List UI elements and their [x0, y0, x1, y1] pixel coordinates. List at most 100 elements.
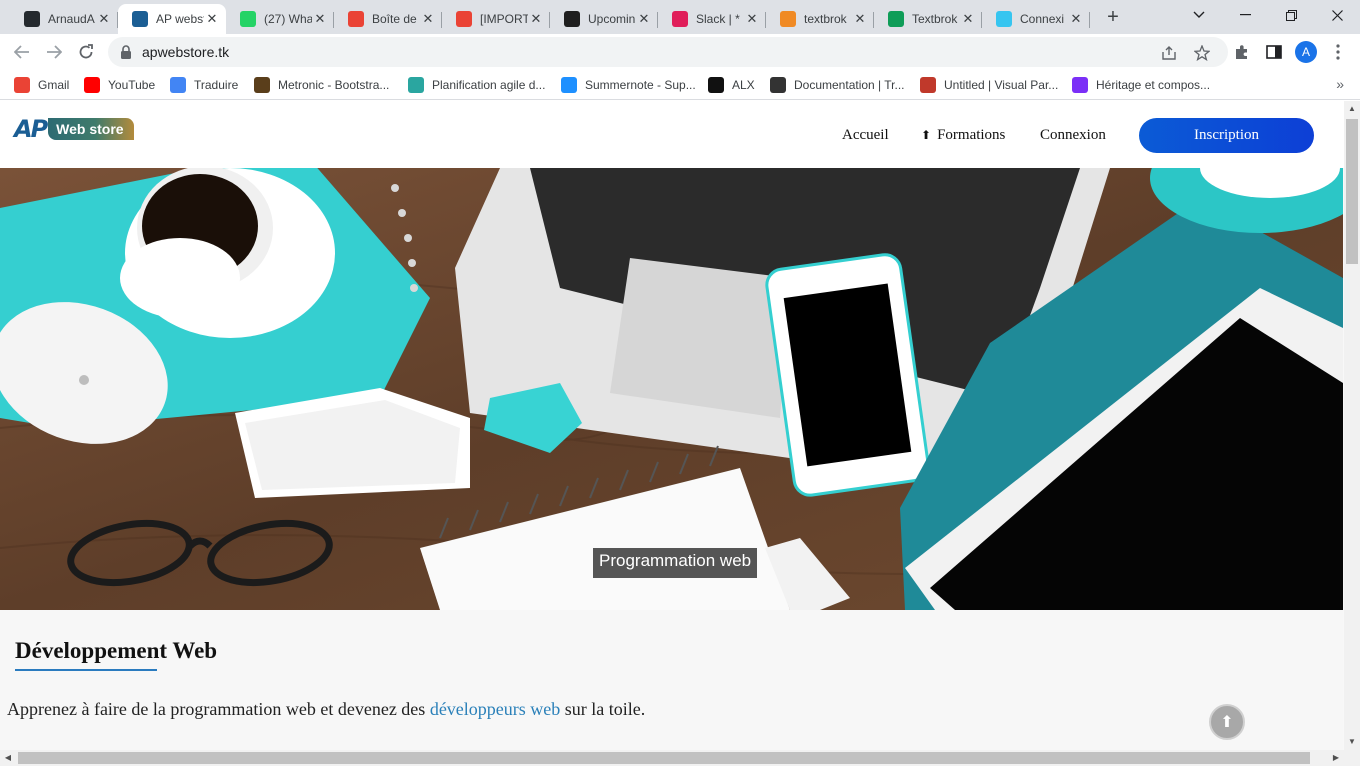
tab-title: Connexi — [1020, 12, 1065, 26]
bookmark-label: Metronic - Bootstra... — [278, 78, 390, 92]
close-tab-icon[interactable]: ✕ — [420, 11, 436, 27]
browser-tab[interactable]: Slack | * ✕ — [658, 4, 766, 34]
vertical-scroll-thumb[interactable] — [1346, 119, 1358, 264]
textbroker-icon — [780, 11, 796, 27]
close-tab-icon[interactable]: ✕ — [96, 11, 112, 27]
logo-text: Web store — [48, 118, 134, 140]
address-bar[interactable]: apwebstore.tk — [108, 37, 1228, 67]
bookmark-label: Héritage et compos... — [1096, 78, 1211, 92]
close-tab-icon[interactable]: ✕ — [204, 11, 220, 27]
google-translate-icon — [170, 77, 186, 93]
hero-caption: Programmation web — [593, 548, 758, 578]
new-tab-button[interactable]: + — [1102, 7, 1124, 29]
bookmark-item[interactable]: Planification agile d... — [408, 76, 545, 94]
share-icon[interactable] — [1160, 44, 1178, 62]
bookmark-item[interactable]: YouTube — [84, 76, 155, 94]
kebab-menu-icon[interactable] — [1326, 40, 1350, 64]
browser-tab[interactable]: Upcomin ✕ — [550, 4, 658, 34]
vertical-scrollbar[interactable]: ▲ ▼ — [1344, 101, 1360, 766]
bookmark-item[interactable]: Summernote - Sup... — [561, 76, 696, 94]
scroll-left-arrow-icon[interactable]: ◀ — [0, 750, 16, 766]
browser-tab[interactable]: textbrok ✕ — [766, 4, 874, 34]
bookmark-label: Untitled | Visual Par... — [944, 78, 1059, 92]
url-text: apwebstore.tk — [142, 44, 230, 60]
bookmark-item[interactable]: ALX — [708, 76, 755, 94]
restore-button[interactable] — [1268, 0, 1314, 30]
browser-tab[interactable]: ArnaudA ✕ — [10, 4, 118, 34]
navigation-arrow-icon: ⬆ — [921, 128, 932, 142]
visual-paradigm-icon — [920, 77, 936, 93]
scroll-up-arrow-icon[interactable]: ▲ — [1344, 101, 1360, 117]
browser-toolbar: apwebstore.tk A — [0, 34, 1360, 70]
summernote-icon — [561, 77, 577, 93]
bookmark-item[interactable]: Traduire — [170, 76, 238, 94]
close-tab-icon[interactable]: ✕ — [636, 11, 652, 27]
bookmark-label: Planification agile d... — [432, 78, 546, 92]
more-bookmarks-chevron-icon[interactable]: » — [1336, 76, 1344, 92]
back-to-top-button[interactable]: ⬆ — [1209, 704, 1245, 740]
horizontal-scrollbar[interactable]: ◀ ▶ — [0, 750, 1344, 766]
alx-icon — [564, 11, 580, 27]
tab-title: Slack | * — [696, 12, 740, 26]
browser-tab-strip: ArnaudA✕AP websto✕(27) Wha✕Boîte de✕[IMP… — [0, 0, 1360, 34]
slack-icon — [996, 11, 1012, 27]
signup-button[interactable]: Inscription — [1139, 118, 1314, 153]
profile-avatar[interactable]: A — [1295, 41, 1317, 63]
close-window-button[interactable] — [1314, 0, 1360, 30]
close-tab-icon[interactable]: ✕ — [312, 11, 328, 27]
browser-tab[interactable]: Connexi ✕ — [982, 4, 1090, 34]
close-tab-icon[interactable]: ✕ — [960, 11, 976, 27]
back-arrow-icon[interactable] — [8, 38, 36, 66]
horizontal-scroll-thumb[interactable] — [18, 752, 1310, 764]
browser-tab[interactable]: Boîte de ✕ — [334, 4, 442, 34]
alx-icon — [708, 77, 724, 93]
bookmark-item[interactable]: Documentation | Tr... — [770, 76, 905, 94]
browser-tab[interactable]: (27) Wha ✕ — [226, 4, 334, 34]
tab-title: [IMPORT — [480, 12, 528, 26]
tab-title: Textbrok — [912, 12, 958, 26]
close-tab-icon[interactable]: ✕ — [1068, 11, 1084, 27]
metronic-icon — [254, 77, 270, 93]
browser-tab[interactable]: AP websto✕ — [118, 4, 226, 34]
scroll-right-arrow-icon[interactable]: ▶ — [1328, 750, 1344, 766]
ap-logo-icon — [132, 11, 148, 27]
close-tab-icon[interactable]: ✕ — [852, 11, 868, 27]
bookmark-item[interactable]: Gmail — [14, 76, 69, 94]
bookmark-label: ALX — [732, 78, 755, 92]
bookmarks-bar: Gmail YouTube Traduire Metronic - Bootstra.… — [0, 70, 1360, 100]
scroll-down-arrow-icon[interactable]: ▼ — [1344, 734, 1360, 750]
bookmark-label: Documentation | Tr... — [794, 78, 905, 92]
hero-desk-illustration — [0, 168, 1343, 610]
bookmark-label: YouTube — [108, 78, 156, 92]
section-intro: Apprenez à faire de la programmation web… — [7, 699, 645, 720]
close-tab-icon[interactable]: ✕ — [744, 11, 760, 27]
bookmark-item[interactable]: Héritage et compos... — [1072, 76, 1210, 94]
browser-tab[interactable]: Textbrok ✕ — [874, 4, 982, 34]
tab-title: Upcomin — [588, 12, 636, 26]
nav-home-link[interactable]: Accueil — [842, 127, 889, 144]
bookmark-label: Summernote - Sup... — [585, 78, 696, 92]
reload-icon[interactable] — [72, 38, 100, 66]
bookmark-label: Gmail — [38, 78, 70, 92]
gmail-icon — [14, 77, 30, 93]
close-tab-icon[interactable]: ✕ — [528, 11, 544, 27]
side-panel-icon[interactable] — [1262, 40, 1286, 64]
browser-tab[interactable]: [IMPORT ✕ — [442, 4, 550, 34]
bookmark-item[interactable]: Untitled | Visual Par... — [920, 76, 1058, 94]
gmail-icon — [348, 11, 364, 27]
nav-login-link[interactable]: Connexion — [1040, 127, 1106, 144]
bookmark-star-icon[interactable] — [1193, 44, 1211, 62]
site-header: AP Web store Accueil ⬆ Formations Connexi… — [0, 101, 1344, 168]
tab-search-chevron-icon[interactable] — [1176, 0, 1222, 30]
forward-arrow-icon[interactable] — [40, 38, 68, 66]
web-development-section: Développement Web Apprenez à faire de la… — [0, 610, 1343, 766]
site-logo[interactable]: AP Web store — [14, 115, 134, 143]
hero-banner: Programmation web — [0, 168, 1343, 610]
nav-courses-link[interactable]: ⬆ Formations — [921, 127, 1005, 144]
tab-title: ArnaudA — [48, 12, 95, 26]
extensions-puzzle-icon[interactable] — [1230, 40, 1254, 64]
page-viewport: AP Web store Accueil ⬆ Formations Connexi… — [0, 101, 1360, 766]
bookmark-item[interactable]: Metronic - Bootstra... — [254, 76, 389, 94]
minimize-button[interactable] — [1222, 0, 1268, 30]
google-drive-icon — [888, 11, 904, 27]
